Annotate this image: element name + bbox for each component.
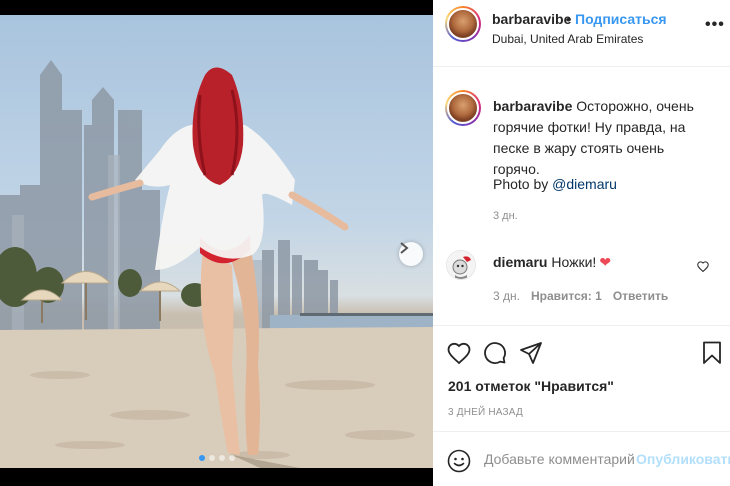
reply-button[interactable]: Ответить	[613, 289, 668, 303]
bookmark-icon	[703, 341, 721, 364]
post-photo[interactable]	[0, 15, 433, 468]
instagram-post-window: barbaravibe • Подписаться Dubai, United …	[0, 0, 730, 486]
carousel-dot	[228, 455, 235, 461]
caption-author-avatar[interactable]	[445, 90, 481, 126]
photo-credit-prefix: Photo by	[493, 176, 549, 192]
add-comment-bar: Опубликовать	[433, 431, 730, 486]
post-header: barbaravibe • Подписаться Dubai, United …	[433, 0, 730, 67]
comments-section[interactable]: barbaravibe Осторожно, очень горячие фот…	[433, 68, 730, 324]
smiley-face-icon	[447, 449, 471, 473]
more-options-icon[interactable]: •••	[705, 16, 725, 34]
author-avatar[interactable]	[445, 6, 481, 42]
comment-meta: 3 дн. Нравится: 1 Ответить	[493, 289, 668, 303]
publish-button[interactable]: Опубликовать	[636, 451, 730, 467]
carousel-dot	[208, 455, 215, 461]
photographer-mention-link[interactable]: @diemaru	[552, 176, 617, 192]
commenter-avatar[interactable]	[446, 250, 476, 280]
carousel-dots	[0, 455, 433, 461]
beach-photo-illustration	[0, 60, 433, 468]
heart-outline-icon	[697, 261, 709, 273]
caption: barbaravibe Осторожно, очень горячие фот…	[493, 96, 713, 180]
caption-username[interactable]: barbaravibe	[493, 98, 572, 114]
comment-input[interactable]	[484, 446, 634, 472]
likes-count[interactable]: 201 отметок "Нравится"	[448, 378, 614, 394]
post-location[interactable]: Dubai, United Arab Emirates	[492, 32, 643, 46]
red-heart-emoji: ❤	[599, 254, 612, 270]
comment-timestamp: 3 дн.	[493, 289, 520, 303]
share-button[interactable]	[519, 341, 543, 370]
separator-dot: •	[566, 11, 571, 27]
follow-button[interactable]: Подписаться	[575, 11, 667, 27]
heart-icon	[447, 342, 471, 365]
post-details-panel: barbaravibe • Подписаться Dubai, United …	[433, 0, 730, 486]
comment: diemaru Ножки! ❤	[493, 254, 611, 271]
post-date: 3 ДНЕЙ НАЗАД	[448, 407, 523, 418]
author-username[interactable]: barbaravibe	[492, 11, 571, 27]
save-button[interactable]	[701, 341, 723, 370]
comment-text: Ножки!	[551, 254, 597, 270]
caption-timestamp: 3 дн.	[493, 210, 518, 222]
carousel-next-button[interactable]	[399, 242, 423, 266]
photo-credit: Photo by @diemaru	[493, 176, 617, 192]
cartoon-avatar-icon	[447, 251, 475, 279]
emoji-button[interactable]	[447, 449, 471, 478]
comment-bubble-icon	[484, 342, 506, 364]
like-button[interactable]	[447, 341, 471, 370]
carousel-dot	[198, 455, 205, 461]
commenter-username[interactable]: diemaru	[493, 254, 547, 270]
paper-plane-icon	[520, 342, 542, 364]
chevron-right-icon	[400, 242, 409, 254]
comment-button[interactable]	[483, 341, 507, 370]
comment-likes-count[interactable]: Нравится: 1	[531, 289, 602, 303]
carousel-dot	[218, 455, 225, 461]
comment-like-button[interactable]	[697, 259, 709, 277]
post-actions: 201 отметок "Нравится" 3 ДНЕЙ НАЗАД	[433, 325, 730, 430]
